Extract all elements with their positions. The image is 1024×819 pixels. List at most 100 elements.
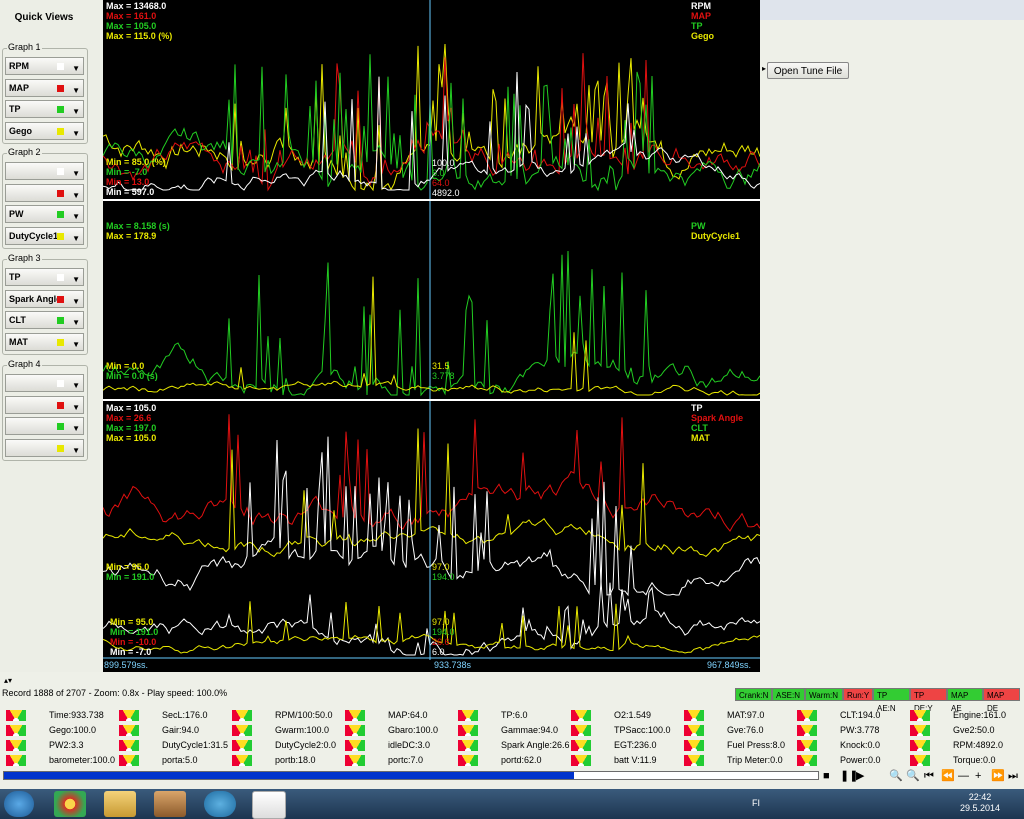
expand-arrow-icon[interactable]: ▸ — [762, 64, 766, 73]
color-swatch[interactable] — [57, 423, 64, 430]
chevron-down-icon[interactable]: ▼ — [72, 294, 80, 307]
chevron-down-icon[interactable]: ▼ — [72, 337, 80, 350]
chevron-down-icon[interactable]: ▼ — [72, 315, 80, 328]
open-tune-file-button[interactable]: Open Tune File — [767, 62, 849, 79]
gauge[interactable]: Gair:94.0 — [119, 723, 199, 737]
zoom-plus-button[interactable]: + — [975, 770, 981, 782]
graph-3-channel-select[interactable]: CLT ▼ — [5, 311, 84, 329]
gauge[interactable]: portd:62.0 — [458, 753, 542, 767]
explorer-icon[interactable] — [104, 791, 136, 817]
paint-icon[interactable] — [154, 791, 186, 817]
chevron-down-icon[interactable]: ▼ — [72, 83, 80, 96]
color-swatch[interactable] — [57, 338, 64, 346]
gauge[interactable]: Gbaro:100.0 — [345, 723, 438, 737]
gauge[interactable]: RPM/100:50.0 — [232, 708, 333, 722]
gauge[interactable]: RPM:4892.0 — [910, 738, 1003, 752]
gauge[interactable]: SecL:176.0 — [119, 708, 208, 722]
rewind-button[interactable]: ⏪ — [941, 770, 955, 782]
chevron-down-icon[interactable]: ▼ — [72, 166, 80, 179]
gauge[interactable]: Gego:100.0 — [6, 723, 96, 737]
color-swatch[interactable] — [57, 401, 64, 409]
graph-3-channel-select[interactable]: Spark Angle ▼ — [5, 289, 84, 308]
color-swatch[interactable] — [57, 168, 64, 175]
chevron-down-icon[interactable]: ▼ — [72, 126, 80, 139]
zoom-minus-button[interactable]: — — [958, 770, 969, 782]
gauge[interactable]: Time:933.738 — [6, 708, 104, 722]
color-swatch[interactable] — [57, 84, 64, 92]
playback-progress-bar[interactable] — [3, 771, 819, 780]
chevron-down-icon[interactable]: ▼ — [72, 209, 80, 222]
gauge[interactable]: Trip Meter:0.0 — [684, 753, 783, 767]
gauge[interactable]: Knock:0.0 — [797, 738, 880, 752]
chevron-down-icon[interactable]: ▼ — [72, 104, 80, 117]
play-button[interactable]: ▶ — [856, 770, 864, 782]
gauge[interactable]: Gve:76.0 — [684, 723, 764, 737]
gauge[interactable]: portb:18.0 — [232, 753, 316, 767]
gauge[interactable]: TPSacc:100.0 — [571, 723, 671, 737]
graph-1-channel-select[interactable]: TP ▼ — [5, 100, 84, 118]
chrome-icon[interactable] — [54, 791, 86, 817]
gauge[interactable]: porta:5.0 — [119, 753, 198, 767]
gauge[interactable]: batt V:11.9 — [571, 753, 657, 767]
color-swatch[interactable] — [57, 274, 64, 281]
stop-button[interactable]: ■ — [823, 770, 830, 782]
clock[interactable]: 22:42 29.5.2014 — [960, 792, 1000, 814]
color-swatch[interactable] — [57, 232, 64, 240]
zoom-out-icon[interactable]: 🔍 — [889, 770, 903, 782]
collapse-arrows-icon[interactable]: ▴▾ — [4, 676, 12, 685]
graph-2-channel-select[interactable]: ▼ — [5, 183, 84, 202]
color-swatch[interactable] — [57, 127, 64, 135]
color-swatch[interactable] — [57, 211, 64, 218]
gauge[interactable]: Torque:0.0 — [910, 753, 996, 767]
app-icon[interactable] — [204, 791, 236, 817]
gauge[interactable]: Gve2:50.0 — [910, 723, 995, 737]
color-swatch[interactable] — [57, 444, 64, 452]
language-indicator[interactable]: FI — [752, 798, 760, 808]
chevron-down-icon[interactable]: ▼ — [72, 400, 80, 413]
color-swatch[interactable] — [57, 317, 64, 324]
gauge[interactable]: CLT:194.0 — [797, 708, 880, 722]
chevron-down-icon[interactable]: ▼ — [72, 421, 80, 434]
megalog-viewer-taskbar-icon[interactable] — [252, 791, 286, 819]
graph-2-channel-select[interactable]: ▼ — [5, 162, 84, 180]
zoom-in-icon[interactable]: 🔍 — [906, 770, 920, 782]
gauge[interactable]: Power:0.0 — [797, 753, 881, 767]
graph-1-channel-select[interactable]: MAP ▼ — [5, 78, 84, 97]
gauge[interactable]: Gammae:94.0 — [458, 723, 558, 737]
chevron-down-icon[interactable]: ▼ — [72, 188, 80, 201]
gauge[interactable]: Gwarm:100.0 — [232, 723, 329, 737]
gauge[interactable]: EGT:236.0 — [571, 738, 657, 752]
graph-1-channel-select[interactable]: Gego ▼ — [5, 121, 84, 140]
gauge[interactable]: DutyCycle2:0.0 — [232, 738, 336, 752]
chevron-down-icon[interactable]: ▼ — [72, 378, 80, 391]
skip-start-button[interactable]: ⏮ — [924, 770, 934, 782]
graph-area[interactable]: Max = 13468.0 Max = 161.0 Max = 105.0 Max =… — [103, 0, 760, 672]
gauge[interactable]: Spark Angle:26.6 — [458, 738, 570, 752]
graph-4-channel-select[interactable]: ▼ — [5, 395, 84, 414]
gauge[interactable]: MAP:64.0 — [345, 708, 428, 722]
graph-1-channel-select[interactable]: RPM ▼ — [5, 57, 84, 75]
gauge[interactable]: portc:7.0 — [345, 753, 423, 767]
chevron-down-icon[interactable]: ▼ — [72, 231, 80, 244]
gauge[interactable]: Fuel Press:8.0 — [684, 738, 785, 752]
gauge[interactable]: O2:1.549 — [571, 708, 651, 722]
color-swatch[interactable] — [57, 63, 64, 70]
gauge[interactable]: Engine:161.0 — [910, 708, 1006, 722]
gauge[interactable]: TP:6.0 — [458, 708, 528, 722]
graph-4-channel-select[interactable]: ▼ — [5, 438, 84, 457]
gauge[interactable]: DutyCycle1:31.5 — [119, 738, 228, 752]
chevron-down-icon[interactable]: ▼ — [72, 443, 80, 456]
gauge[interactable]: PW:3.778 — [797, 723, 879, 737]
gauge[interactable]: idleDC:3.0 — [345, 738, 430, 752]
chevron-down-icon[interactable]: ▼ — [72, 61, 80, 74]
graph-4-channel-select[interactable]: ▼ — [5, 374, 84, 392]
color-swatch[interactable] — [57, 380, 64, 387]
chevron-down-icon[interactable]: ▼ — [72, 272, 80, 285]
skip-end-button[interactable]: ⏭ — [1008, 770, 1018, 782]
gauge[interactable]: barometer:100.0 — [6, 753, 115, 767]
color-swatch[interactable] — [57, 106, 64, 113]
gauge[interactable]: MAT:97.0 — [684, 708, 764, 722]
graph-3-channel-select[interactable]: MAT ▼ — [5, 332, 84, 351]
fast-forward-button[interactable]: ⏩ — [991, 770, 1005, 782]
graph-2-channel-select[interactable]: DutyCycle1 ▼ — [5, 226, 84, 245]
